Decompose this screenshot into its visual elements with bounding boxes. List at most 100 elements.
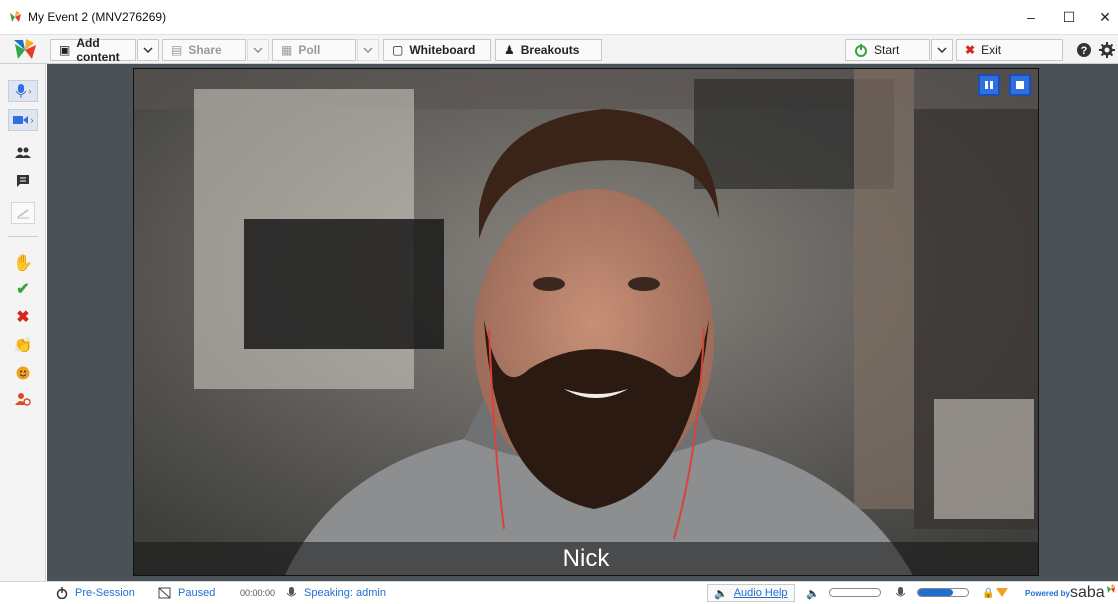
session-timer: 00:00:00 [240, 582, 275, 604]
saba-logo-icon [14, 39, 36, 59]
session-state-label: Pre-Session [75, 587, 135, 599]
speaker-volume-slider[interactable] [829, 588, 881, 597]
start-label: Start [874, 43, 900, 57]
close-window-button[interactable]: ✕ [1086, 0, 1118, 34]
yes-check-icon: ✔ [16, 281, 30, 298]
speaking-label: Speaking: admin [304, 587, 386, 599]
raise-hand-button[interactable]: ✋ [11, 252, 35, 274]
share-label: Share [188, 43, 222, 57]
participants-button[interactable] [11, 142, 35, 164]
maximize-button[interactable]: ☐ [1050, 0, 1088, 34]
add-content-icon: ▣ [59, 43, 71, 57]
yes-button[interactable]: ✔ [11, 278, 35, 300]
raise-hand-icon: ✋ [13, 255, 33, 272]
power-icon [855, 44, 867, 57]
recording-state-label: Paused [178, 587, 216, 599]
chevron-down-icon [253, 47, 263, 53]
step-away-icon [15, 393, 31, 406]
session-state-button[interactable]: Pre-Session [56, 582, 135, 604]
left-toolbar: › › ✋ ✔ ✖ 👏 [0, 64, 46, 581]
saba-logo-icon [1106, 584, 1115, 593]
stop-icon [1016, 81, 1024, 89]
leftbar-divider [8, 236, 38, 237]
pen-button[interactable] [11, 202, 35, 224]
power-icon [56, 587, 68, 599]
saba-brand-text: saba [1070, 584, 1105, 601]
poll-dropdown[interactable] [357, 39, 379, 61]
step-away-button[interactable] [11, 388, 35, 410]
chevron-down-icon [363, 47, 373, 53]
add-content-dropdown[interactable] [137, 39, 159, 61]
svg-text:?: ? [1081, 45, 1088, 57]
breakouts-label: Breakouts [520, 43, 580, 57]
participant-name-band: Nick [133, 542, 1039, 576]
participant-name: Nick [562, 545, 610, 572]
camera-button[interactable]: › [8, 109, 38, 131]
video-frame-image [134, 69, 1038, 575]
chevron-right-icon: › [30, 115, 34, 125]
exit-button[interactable]: ✖ Exit [956, 39, 1063, 61]
speaker-volume-icon: 🔈 [806, 587, 820, 600]
microphone-icon [15, 84, 26, 98]
whiteboard-button[interactable]: ▢ Whiteboard [383, 39, 491, 61]
audio-help-label: Audio Help [733, 587, 788, 599]
breakouts-icon: ♟ [504, 43, 515, 57]
poll-label: Poll [298, 43, 321, 57]
share-dropdown[interactable] [247, 39, 269, 61]
window-titlebar: My Event 2 (MNV276269) [0, 0, 1118, 34]
no-button[interactable]: ✖ [11, 306, 35, 328]
window-title: My Event 2 (MNV276269) [28, 10, 167, 24]
main-toolbar: ▣ Add content ▤ Share ▦ Poll ▢ Whiteboar… [0, 34, 1118, 64]
lock-icon: 🔒 [982, 587, 995, 599]
chevron-down-icon [937, 47, 947, 53]
poll-button[interactable]: ▦ Poll [272, 39, 356, 61]
participant-video [133, 68, 1039, 576]
speaker-icon: 🔈 [714, 587, 728, 600]
signal-icon [996, 588, 1008, 597]
chat-button[interactable] [11, 170, 35, 192]
whiteboard-label: Whiteboard [409, 43, 476, 57]
microphone-icon [896, 586, 905, 596]
exit-x-icon: ✖ [965, 43, 976, 57]
mic-level-fill [918, 589, 953, 596]
stop-video-button[interactable] [1009, 74, 1031, 96]
audio-help-button[interactable]: 🔈 Audio Help [707, 584, 795, 602]
microphone-icon [287, 586, 296, 596]
share-button[interactable]: ▤ Share [162, 39, 246, 61]
powered-by-label: Powered by [1025, 582, 1070, 604]
minimize-button[interactable]: – [1012, 0, 1050, 34]
help-icon[interactable]: ? [1076, 42, 1092, 58]
smile-button[interactable] [11, 362, 35, 384]
applause-button[interactable]: 👏 [11, 334, 35, 356]
microphone-button[interactable]: › [8, 80, 38, 102]
participants-icon [15, 147, 31, 158]
status-bar: Pre-Session Paused 00:00:00 Speaking: ad… [0, 581, 1118, 603]
add-content-button[interactable]: ▣ Add content [50, 36, 136, 64]
pause-video-button[interactable] [978, 74, 1000, 96]
exit-label: Exit [981, 43, 1002, 57]
camera-icon [12, 116, 28, 124]
pen-icon [17, 209, 29, 219]
mic-level-icon [896, 582, 905, 604]
add-content-label: Add content [76, 36, 120, 64]
start-dropdown[interactable] [931, 39, 953, 61]
mic-level-slider[interactable] [917, 588, 969, 597]
applause-icon: 👏 [13, 337, 33, 354]
no-x-icon: ✖ [16, 309, 30, 326]
saba-wordmark: saba [1070, 582, 1116, 604]
chevron-right-icon: › [28, 86, 32, 96]
start-button[interactable]: Start [845, 39, 930, 61]
breakouts-button[interactable]: ♟ Breakouts [495, 39, 602, 61]
app-logo-icon [10, 11, 21, 22]
chat-icon [17, 175, 29, 187]
smile-icon [16, 366, 30, 380]
timer-value: 00:00:00 [240, 588, 276, 598]
network-status-icon [996, 582, 1008, 604]
speaking-indicator: Speaking: admin [287, 582, 386, 604]
recording-state-button[interactable]: Paused [158, 582, 215, 604]
whiteboard-icon: ▢ [392, 43, 404, 57]
gear-icon[interactable] [1099, 42, 1115, 58]
powered-by-text: Powered by [1025, 588, 1070, 598]
pause-icon [985, 81, 993, 89]
chevron-down-icon [143, 47, 153, 53]
